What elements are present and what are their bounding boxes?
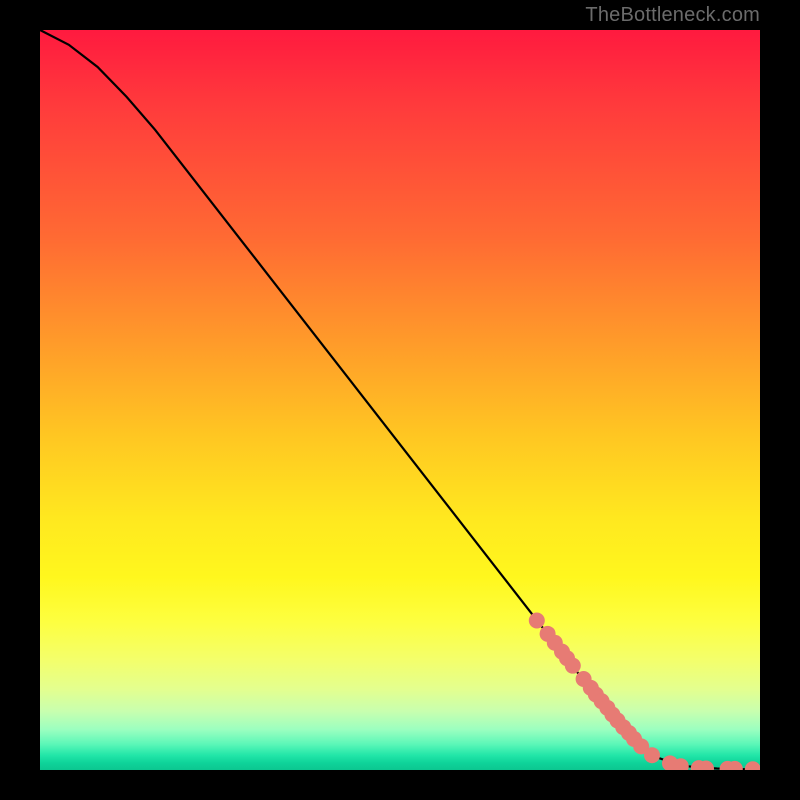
highlighted-dot <box>529 613 545 629</box>
curve-svg <box>40 30 760 770</box>
watermark-text: TheBottleneck.com <box>585 4 760 27</box>
chart-frame: TheBottleneck.com <box>0 0 800 800</box>
highlighted-dots-group <box>529 613 760 770</box>
highlighted-dot <box>745 761 760 770</box>
plot-area <box>40 30 760 770</box>
bottleneck-curve <box>40 30 760 769</box>
highlighted-dot <box>644 747 660 763</box>
highlighted-dot <box>565 658 581 674</box>
